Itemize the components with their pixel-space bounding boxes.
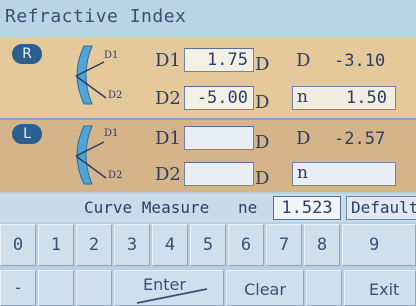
- right-d2-unit: D: [255, 92, 270, 113]
- key-7[interactable]: 7: [266, 224, 302, 266]
- key-9[interactable]: 9: [342, 224, 416, 266]
- clear-button[interactable]: Clear: [226, 270, 304, 306]
- ne-label: ne: [238, 198, 258, 217]
- key-1[interactable]: 1: [38, 224, 74, 266]
- left-lens-d1-label: D1: [104, 128, 119, 139]
- exit-button[interactable]: Exit: [344, 270, 416, 306]
- right-d-label: D: [296, 50, 311, 71]
- default-button[interactable]: Default: [346, 196, 416, 220]
- right-d2-field[interactable]: -5.00: [184, 86, 254, 110]
- right-d1-unit: D: [255, 54, 270, 75]
- left-d1-unit: D: [255, 132, 270, 153]
- ne-field[interactable]: 1.523: [273, 196, 341, 220]
- right-d-value: -3.10: [334, 51, 386, 71]
- left-d1-field[interactable]: [184, 126, 254, 150]
- key-6[interactable]: 6: [228, 224, 264, 266]
- curve-measure-label: Curve Measure: [84, 198, 210, 217]
- enter-arrow-icon: [136, 288, 208, 304]
- title-bar: Refractive Index: [0, 0, 416, 38]
- left-n-field[interactable]: n: [292, 162, 396, 186]
- left-d-value: -2.57: [334, 129, 386, 149]
- refractive-index-screen: Refractive Index R D1 D2 D1 1.75 D D2 -5…: [0, 0, 416, 306]
- key-4[interactable]: 4: [152, 224, 188, 266]
- right-n-value: 1.50: [346, 88, 387, 108]
- key-8[interactable]: 8: [304, 224, 340, 266]
- key-0[interactable]: 0: [0, 224, 36, 266]
- blank-key[interactable]: [38, 270, 74, 306]
- left-lens-panel: L D1 D2 D1 D D2 D D -2.57 n: [0, 120, 416, 192]
- left-lens-d2-label: D2: [108, 170, 123, 181]
- number-keypad: 0 1 2 3 4 5 6 7 8 9: [0, 224, 416, 268]
- blank-key[interactable]: [76, 270, 112, 306]
- key-2[interactable]: 2: [76, 224, 112, 266]
- left-eye-badge[interactable]: L: [12, 124, 42, 144]
- right-lens-d1-label: D1: [104, 50, 119, 61]
- left-d2-field[interactable]: [184, 162, 254, 186]
- key-3[interactable]: 3: [114, 224, 150, 266]
- right-d1-field[interactable]: 1.75: [184, 48, 254, 72]
- right-d1-label: D1: [155, 50, 181, 71]
- left-d2-unit: D: [255, 168, 270, 189]
- function-keys: - Enter Clear Exit: [0, 270, 416, 306]
- right-d2-label: D2: [155, 88, 181, 109]
- key-5[interactable]: 5: [190, 224, 226, 266]
- minus-button[interactable]: -: [0, 270, 36, 306]
- right-n-label: n: [297, 87, 308, 107]
- right-lens-d2-label: D2: [108, 90, 123, 101]
- right-lens-panel: R D1 D2 D1 1.75 D D2 -5.00 D D -3.10 n 1…: [0, 38, 416, 120]
- blank-key[interactable]: [306, 270, 342, 306]
- right-n-field[interactable]: n 1.50: [292, 86, 396, 110]
- left-d-label: D: [296, 128, 311, 149]
- page-title: Refractive Index: [5, 6, 187, 27]
- left-d1-label: D1: [155, 128, 181, 149]
- left-d2-label: D2: [155, 164, 181, 185]
- right-eye-badge[interactable]: R: [12, 44, 42, 64]
- left-n-label: n: [297, 163, 308, 183]
- curve-measure-row: Curve Measure ne 1.523 Default: [0, 194, 416, 222]
- enter-button[interactable]: Enter: [114, 270, 224, 306]
